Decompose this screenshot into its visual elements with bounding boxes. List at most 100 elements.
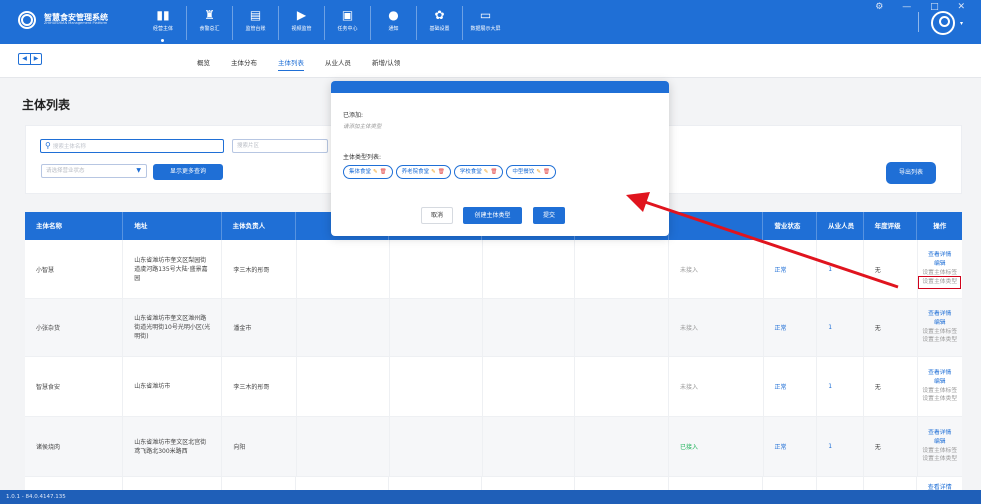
top-nav: ▮▮ 经营主体 ♜ 食警总汇 ▤ 监管台账 ▶ 视频监管 ▣ 任务中心 ● 通知 ✿ 基础设置…: [140, 6, 508, 42]
col-ops: 操作: [933, 222, 947, 230]
set-type-link[interactable]: 设置主体类型: [922, 395, 957, 404]
type-tag[interactable]: 集体食堂 ✎ 🗑: [343, 165, 393, 179]
nav-item-ledger[interactable]: ▤ 监管台账: [232, 6, 278, 40]
search-input[interactable]: ⚲ 搜索主体名称: [40, 139, 224, 153]
view-details-link[interactable]: 查看详情: [928, 429, 951, 438]
col-rating: 年度评级: [864, 212, 918, 240]
delete-icon[interactable]: 🗑: [543, 169, 550, 175]
set-label-link[interactable]: 设置主体标签: [922, 447, 957, 456]
col-hidden-5: [669, 212, 764, 240]
nav-item-alerts[interactable]: ♜ 食警总汇: [186, 6, 232, 40]
tab-distribution[interactable]: 主体分布: [231, 57, 257, 71]
business-status: 正常: [764, 357, 818, 416]
added-hint: 请添加主体类型: [343, 124, 382, 130]
edit-link[interactable]: 编辑: [934, 260, 946, 269]
type-tag[interactable]: 学校食堂 ✎ 🗑: [453, 165, 504, 179]
set-type-link[interactable]: 设置主体类型: [922, 336, 957, 345]
nav-item-settings[interactable]: ✿ 基础设置: [416, 6, 462, 40]
tab-add-claim[interactable]: 新增/认领: [372, 57, 400, 71]
task-icon: ▣: [341, 8, 354, 22]
staff-count[interactable]: 1: [817, 299, 864, 356]
view-details-link[interactable]: 查看详情: [928, 310, 951, 319]
set-label-link[interactable]: 设置主体标签: [922, 269, 957, 278]
submit-button[interactable]: 提交: [533, 207, 565, 224]
view-details-link[interactable]: 查看详情: [928, 369, 951, 378]
arrow-right-icon[interactable]: ▶: [30, 54, 41, 64]
status-bar: 1.0.1 - 84.0.4147.135: [0, 490, 981, 504]
arrow-left-icon[interactable]: ◀: [19, 54, 30, 64]
gear-icon: ✿: [434, 8, 445, 22]
chevron-down-icon[interactable]: ▾: [960, 20, 963, 27]
top-bar: 智慧食安管理系统 ZHIHUISHIAN Management Platform…: [0, 0, 981, 44]
page-title: 主体列表: [22, 98, 71, 112]
tab-overview[interactable]: 概览: [197, 57, 210, 71]
delete-icon[interactable]: 🗑: [490, 169, 497, 175]
business-status: 正常: [764, 240, 818, 298]
business-status: 正常: [764, 299, 818, 356]
region-search-input[interactable]: 搜索片区: [232, 139, 328, 153]
rating: 无: [864, 299, 918, 356]
divider: [918, 12, 919, 32]
access-status: 未接入: [669, 240, 764, 298]
edit-icon[interactable]: ✎: [484, 169, 489, 175]
col-owner: 主体负责人: [222, 212, 297, 240]
sub-nav: ◀ ▶ 概览 主体分布 主体列表 从业人员 新增/认领: [0, 44, 981, 78]
nav-item-tasks[interactable]: ▣ 任务中心: [324, 6, 370, 40]
edit-icon[interactable]: ✎: [431, 169, 436, 175]
create-type-button[interactable]: 创建主体类型: [463, 207, 522, 224]
tab-entity-list[interactable]: 主体列表: [278, 57, 304, 71]
edit-icon[interactable]: ✎: [536, 169, 541, 175]
nav-item-entities[interactable]: ▮▮ 经营主体: [140, 6, 186, 42]
staff-count[interactable]: 1: [817, 357, 864, 416]
sub-tabs: 概览 主体分布 主体列表 从业人员 新增/认领: [197, 57, 400, 71]
set-type-link[interactable]: 设置主体类型: [922, 455, 957, 464]
nav-item-dashboard[interactable]: ▭ 数据展示大屏: [462, 6, 508, 40]
type-list-label: 主体类型列表:: [343, 154, 382, 161]
delete-icon[interactable]: 🗑: [380, 169, 387, 175]
more-filters-button[interactable]: 显示更多查询: [153, 164, 223, 180]
entity-type-dialog: 已添加: 请添加主体类型 主体类型列表: 集体食堂 ✎ 🗑 养老院食堂 ✎ 🗑 学校食堂…: [331, 81, 669, 236]
edit-link[interactable]: 编辑: [934, 378, 946, 387]
type-tag[interactable]: 中型餐饮 ✎ 🗑: [506, 165, 556, 179]
col-name: 主体名称: [25, 212, 124, 240]
row-actions: 查看详情 编辑 设置主体标签 设置主体类型: [918, 251, 962, 289]
cancel-button[interactable]: 取消: [421, 207, 453, 224]
export-button[interactable]: 导出列表: [886, 162, 936, 184]
row-actions: 查看详情 编辑 设置主体标签 设置主体类型: [922, 429, 957, 465]
col-status: 营业状态: [763, 212, 818, 240]
col-staff: 从业人员: [817, 212, 864, 240]
col-address: 地址: [123, 212, 222, 240]
rating: 无: [864, 417, 918, 476]
entity-icon: ▮▮: [156, 8, 170, 22]
nav-item-notify[interactable]: ● 通知: [370, 6, 416, 40]
caret-down-icon: ▼: [136, 167, 141, 174]
set-type-link[interactable]: 设置主体类型: [918, 275, 962, 289]
set-label-link[interactable]: 设置主体标签: [922, 387, 957, 396]
entity-table: 主体名称 地址 主体负责人 营业状态 从业人员 年度评级 操作 小智慧 山东省潍…: [25, 212, 962, 497]
app-subtitle: ZHIHUISHIAN Management Platform: [44, 21, 108, 26]
window-controls[interactable]: ⚙ — □ ✕: [875, 2, 973, 12]
access-status: 已接入: [669, 417, 764, 476]
view-details-link[interactable]: 查看详情: [928, 251, 951, 260]
user-avatar-icon[interactable]: [931, 11, 955, 35]
chat-icon: ●: [388, 8, 399, 22]
type-tag[interactable]: 养老院食堂 ✎ 🗑: [395, 165, 451, 179]
edit-icon[interactable]: ✎: [373, 169, 378, 175]
screen-icon: ▭: [479, 8, 492, 22]
access-status: 未接入: [669, 299, 764, 356]
logo-icon: [18, 11, 36, 29]
type-tag-list: 集体食堂 ✎ 🗑 养老院食堂 ✎ 🗑 学校食堂 ✎ 🗑 中型餐饮 ✎ 🗑: [343, 165, 556, 179]
table-row: 小智慧 山东省潍坊市奎文区梨园街道虞河路135号大陆·盛景嘉园 李三木的彤哥 未…: [25, 240, 962, 299]
tab-staff[interactable]: 从业人员: [325, 57, 351, 71]
nav-item-video[interactable]: ▶ 视频监管: [278, 6, 324, 40]
delete-icon[interactable]: 🗑: [438, 169, 445, 175]
staff-count[interactable]: 1: [817, 417, 864, 476]
table-row: 诸侯烧肉 山东省潍坊市奎文区北宫街鸢飞路北300米路西 向阳 已接入 正常 1 …: [25, 417, 962, 477]
edit-link[interactable]: 编辑: [934, 438, 946, 447]
staff-count[interactable]: 1: [817, 240, 864, 298]
rating: 无: [864, 240, 918, 298]
edit-link[interactable]: 编辑: [934, 319, 946, 328]
alert-icon: ♜: [204, 8, 215, 22]
status-select[interactable]: 请选择营业状态 ▼: [41, 164, 147, 178]
set-label-link[interactable]: 设置主体标签: [922, 328, 957, 337]
